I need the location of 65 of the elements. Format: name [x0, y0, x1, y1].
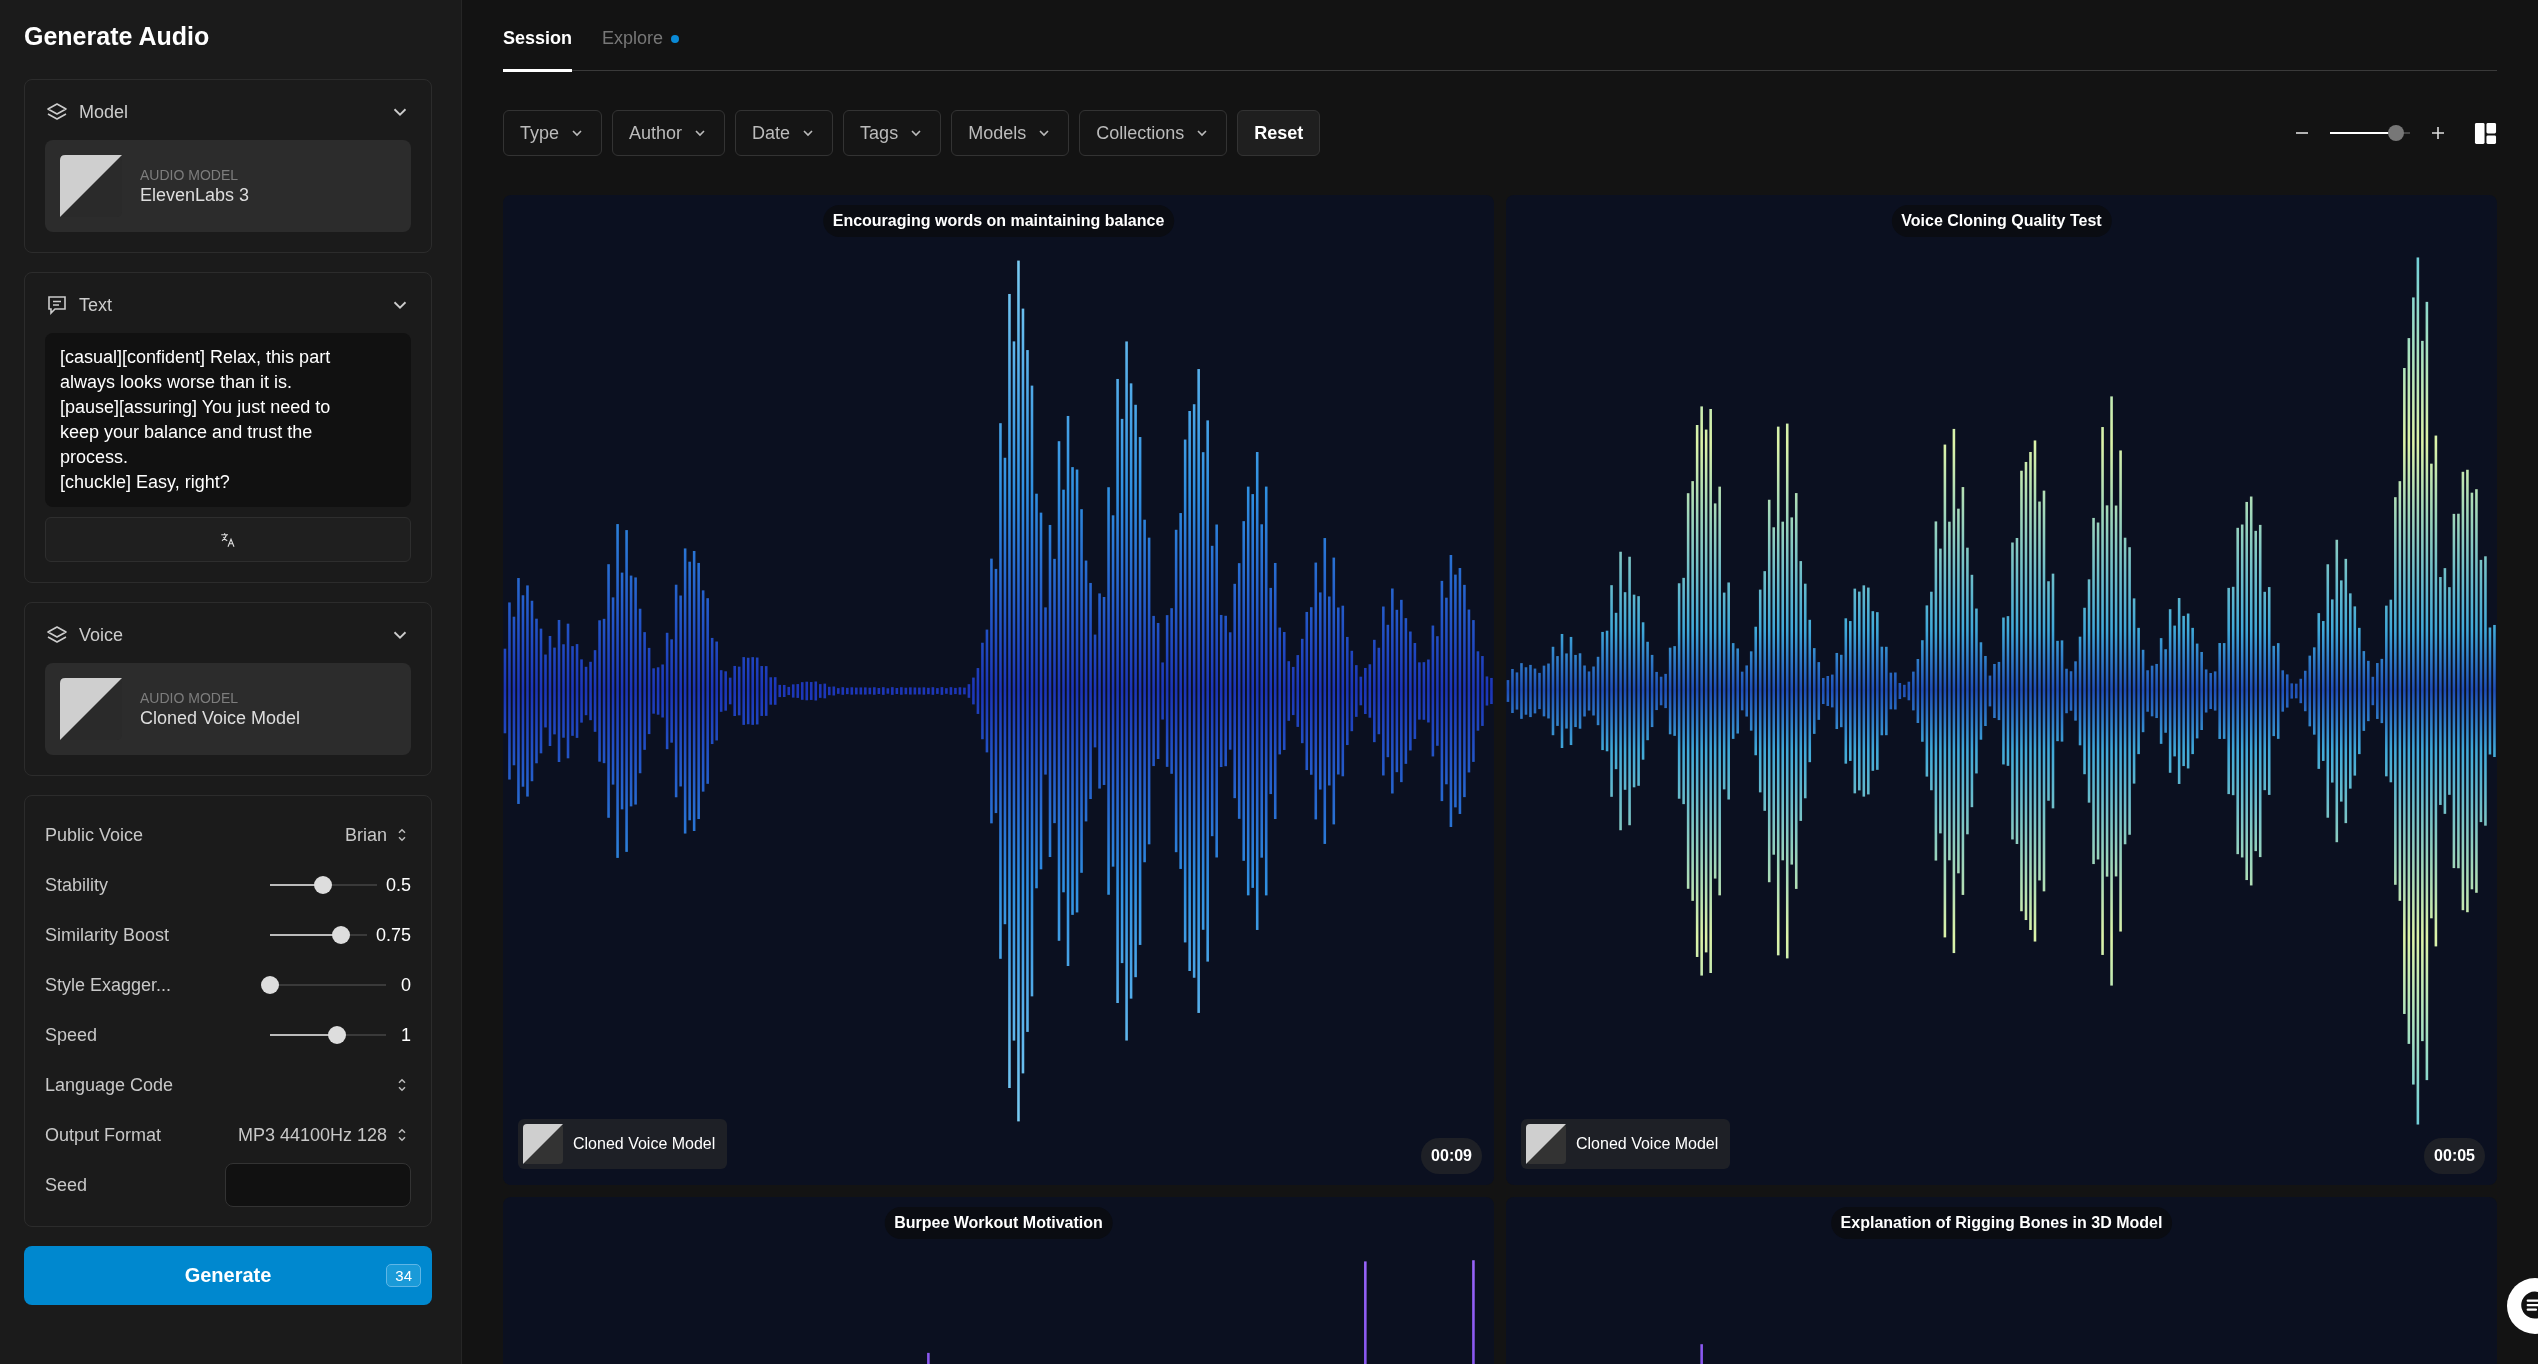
card-title: Encouraging words on maintaining balance — [822, 205, 1175, 237]
text-section-header[interactable]: Text — [45, 291, 411, 319]
filter-dropdown[interactable]: Tags — [843, 110, 942, 156]
setting-label: Speed — [45, 1024, 99, 1046]
model-name: Cloned Voice Model — [140, 707, 301, 729]
slider-thumb[interactable] — [314, 876, 333, 894]
model-section-header[interactable]: Model — [45, 98, 411, 126]
slider-value: 0.5 — [385, 874, 411, 896]
card-title: Explanation of Rigging Bones in 3D Model — [1830, 1207, 2173, 1239]
audio-card[interactable]: Voice Cloning Quality Test Cloned Voice Model 00:05 — [1506, 195, 2497, 1185]
setting-label: Public Voice — [45, 824, 145, 846]
model-caption: AUDIO MODEL — [140, 689, 239, 706]
model-chip[interactable]: Cloned Voice Model — [518, 1119, 728, 1169]
waveform-drawing — [1700, 1344, 1703, 1364]
model-thumbnail — [523, 1124, 563, 1164]
message-icon — [45, 293, 69, 317]
reset-button[interactable]: Reset — [1237, 110, 1321, 156]
model-chip[interactable]: Cloned Voice Model — [1521, 1119, 1731, 1169]
card-title: Burpee Workout Motivation — [884, 1207, 1113, 1239]
slider-value: 1 — [401, 1024, 411, 1046]
section-label: Voice — [79, 624, 125, 646]
prompt-text-field[interactable]: [casual][confident] Relax, this part always looks worse than it is. [pause][assuring] You just need to keep your balance and trust the process. [chuckle] Easy, right? — [45, 333, 411, 507]
panel-title: Generate Audio — [24, 22, 211, 51]
zoom-slider-thumb[interactable] — [2387, 125, 2404, 141]
credits-badge: 34 — [386, 1264, 421, 1287]
filter-dropdown[interactable]: Type — [503, 110, 603, 156]
model-thumbnail — [60, 155, 122, 217]
seed-input-field[interactable] — [225, 1163, 411, 1207]
slider-value: 0.75 — [375, 924, 411, 946]
model-name: ElevenLabs 3 — [140, 184, 250, 206]
audio-card[interactable]: Explanation of Rigging Bones in 3D Model — [1506, 1197, 2497, 1364]
duration-badge: 00:09 — [1421, 1138, 1482, 1174]
slider-thumb[interactable] — [331, 926, 350, 944]
card-title: Voice Cloning Quality Test — [1891, 205, 2112, 237]
voice-card[interactable]: AUDIO MODEL Cloned Voice Model — [45, 663, 411, 755]
filter-dropdown[interactable]: Models — [951, 110, 1070, 156]
translate-icon — [219, 530, 237, 549]
select-control[interactable]: MP3 44100Hz 128 — [237, 1124, 411, 1146]
model-thumbnail — [60, 678, 122, 740]
slider-value: 0 — [401, 974, 411, 996]
filter-dropdown[interactable]: Author — [612, 110, 726, 156]
setting-label: Output Format — [45, 1124, 163, 1146]
audio-card[interactable]: Burpee Workout Motivation — [503, 1197, 1494, 1364]
model-card[interactable]: AUDIO MODEL ElevenLabs 3 — [45, 140, 411, 232]
section-label: Text — [79, 294, 113, 316]
setting-label: Language Code — [45, 1074, 175, 1096]
select-control[interactable]: Brian — [344, 824, 411, 846]
setting-label: Stability — [45, 874, 110, 896]
setting-label: Similarity Boost — [45, 924, 171, 946]
generate-button[interactable]: Generate 34 — [24, 1246, 432, 1305]
tab[interactable]: Session — [503, 28, 573, 72]
duration-badge: 00:05 — [2424, 1138, 2485, 1174]
filter-dropdown[interactable]: Collections — [1079, 110, 1228, 156]
layout-icon[interactable] — [2474, 121, 2497, 145]
setting-label: Style Exagger... — [45, 974, 173, 996]
setting-label: Seed — [45, 1174, 89, 1196]
slider-thumb[interactable] — [261, 976, 279, 994]
audio-card[interactable]: Encouraging words on maintaining balance Cloned Voice Model 00:09 — [503, 195, 1494, 1185]
slider-thumb[interactable] — [328, 1026, 347, 1044]
voice-section-header[interactable]: Voice — [45, 621, 411, 649]
section-label: Model — [79, 101, 130, 123]
model-thumbnail — [1526, 1124, 1566, 1164]
model-caption: AUDIO MODEL — [140, 166, 239, 183]
filter-dropdown[interactable]: Date — [735, 110, 834, 156]
tab[interactable]: Explore — [602, 28, 680, 72]
